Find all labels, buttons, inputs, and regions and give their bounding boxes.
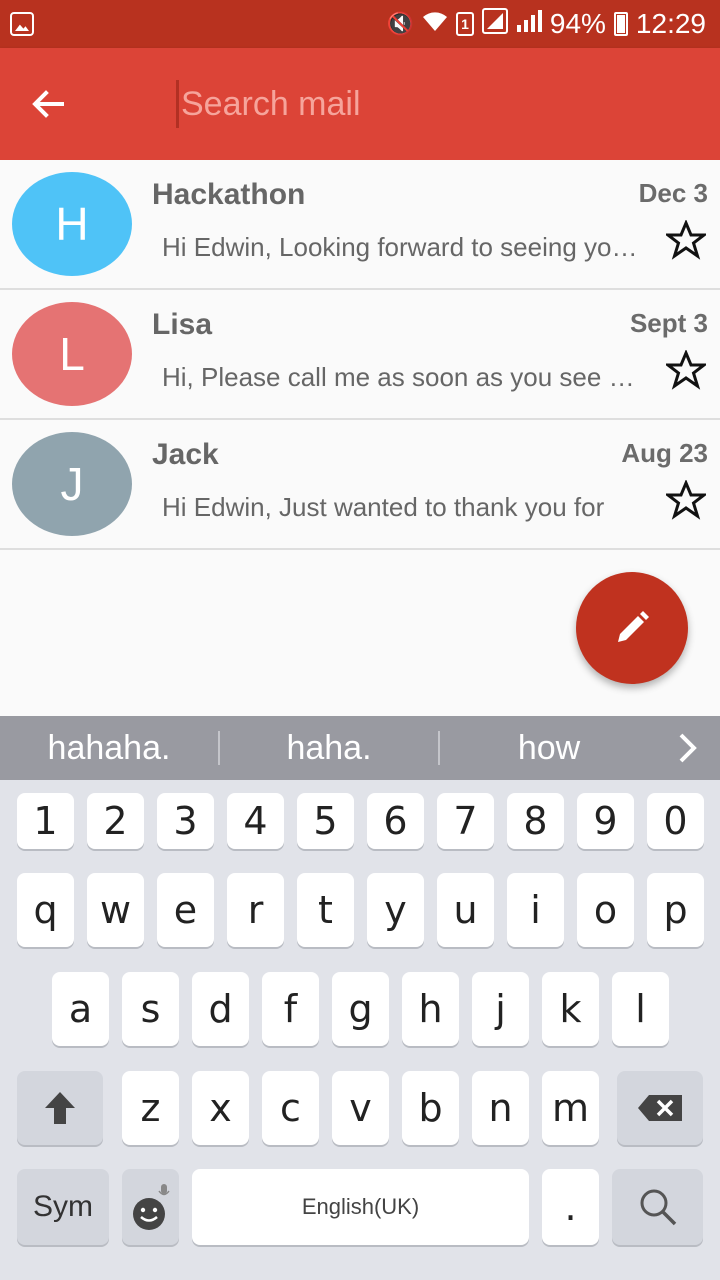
star-icon[interactable] (666, 220, 706, 260)
key-m[interactable]: m (542, 1071, 599, 1145)
mail-snippet: Hi Edwin, Looking forward to seeing you … (162, 232, 638, 262)
status-bar: 🔇 1 94% 12:29 (0, 0, 720, 48)
key-s[interactable]: s (122, 972, 179, 1046)
search-input[interactable] (176, 80, 676, 128)
gallery-notification-icon (10, 12, 34, 36)
search-key[interactable] (612, 1169, 703, 1245)
key-l[interactable]: l (612, 972, 669, 1046)
mail-list: H Hackathon Dec 3 Hi Edwin, Looking forw… (0, 160, 720, 550)
emoji-icon (132, 1184, 170, 1230)
mail-date: Sept 3 (629, 308, 708, 338)
mail-sender: Jack (152, 438, 219, 471)
avatar: L (12, 302, 132, 406)
key-x[interactable]: x (192, 1071, 249, 1145)
key-k[interactable]: k (542, 972, 599, 1046)
key-p[interactable]: p (647, 873, 704, 947)
key-8[interactable]: 8 (507, 793, 564, 849)
roaming-signal-icon (481, 8, 508, 40)
sim-badge: 1 (456, 12, 474, 36)
key-u[interactable]: u (437, 873, 494, 947)
key-6[interactable]: 6 (367, 793, 424, 849)
key-t[interactable]: t (297, 873, 354, 947)
search-app-bar (0, 48, 720, 160)
suggestion-item[interactable]: how (440, 729, 658, 768)
pencil-icon (618, 611, 649, 642)
key-i[interactable]: i (507, 873, 564, 947)
mail-item[interactable]: H Hackathon Dec 3 Hi Edwin, Looking forw… (0, 160, 720, 290)
key-n[interactable]: n (472, 1071, 529, 1145)
key-7[interactable]: 7 (437, 793, 494, 849)
mail-date: Dec 3 (638, 178, 708, 208)
key-2[interactable]: 2 (87, 793, 144, 849)
avatar: H (12, 172, 132, 276)
keyboard-suggestion-bar: hahaha. haha. how (0, 716, 720, 780)
mail-date: Aug 23 (621, 438, 708, 468)
battery-icon (613, 12, 628, 36)
battery-percent: 94% (549, 8, 606, 39)
key-z[interactable]: z (122, 1071, 179, 1145)
key-3[interactable]: 3 (157, 793, 214, 849)
mail-snippet: Hi Edwin, Just wanted to thank you for (162, 492, 605, 522)
key-q[interactable]: q (17, 873, 74, 947)
signal-icon (516, 9, 542, 39)
period-key[interactable]: . (542, 1169, 599, 1245)
emoji-voice-key[interactable] (122, 1169, 179, 1245)
key-9[interactable]: 9 (577, 793, 634, 849)
key-c[interactable]: c (262, 1071, 319, 1145)
avatar: J (12, 432, 132, 536)
key-j[interactable]: j (472, 972, 529, 1046)
backspace-icon (638, 1095, 682, 1121)
space-key[interactable]: English(UK) (192, 1169, 529, 1245)
backspace-key[interactable] (617, 1071, 703, 1145)
key-d[interactable]: d (192, 972, 249, 1046)
clock: 12:29 (635, 8, 706, 39)
key-h[interactable]: h (402, 972, 459, 1046)
key-b[interactable]: b (402, 1071, 459, 1145)
back-arrow-icon[interactable] (28, 84, 68, 124)
suggestion-item[interactable]: haha. (220, 729, 438, 768)
mute-icon: 🔇 (386, 11, 415, 36)
key-r[interactable]: r (227, 873, 284, 947)
status-icons: 🔇 1 94% 12:29 (387, 0, 706, 48)
mail-sender: Hackathon (152, 178, 306, 211)
key-5[interactable]: 5 (297, 793, 354, 849)
key-w[interactable]: w (87, 873, 144, 947)
key-1[interactable]: 1 (17, 793, 74, 849)
mail-sender: Lisa (152, 308, 213, 341)
key-0[interactable]: 0 (647, 793, 704, 849)
shift-icon (45, 1092, 75, 1124)
key-f[interactable]: f (262, 972, 319, 1046)
star-icon[interactable] (666, 350, 706, 390)
key-a[interactable]: a (52, 972, 109, 1046)
sym-key[interactable]: Sym (17, 1169, 109, 1245)
key-y[interactable]: y (367, 873, 424, 947)
key-g[interactable]: g (332, 972, 389, 1046)
mail-snippet: Hi, Please call me as soon as you see th… (162, 362, 638, 392)
suggestion-item[interactable]: hahaha. (0, 729, 218, 768)
mail-item[interactable]: L Lisa Sept 3 Hi, Please call me as soon… (0, 290, 720, 420)
key-o[interactable]: o (577, 873, 634, 947)
compose-button[interactable] (576, 572, 688, 684)
key-e[interactable]: e (157, 873, 214, 947)
soft-keyboard: 1 2 3 4 5 6 7 8 9 0 q w e r t y u i o p a s d f g h j k l z x c v b n m Sym E… (0, 780, 720, 1280)
key-v[interactable]: v (332, 1071, 389, 1145)
star-icon[interactable] (666, 480, 706, 520)
chevron-right-icon[interactable] (676, 732, 700, 764)
wifi-icon (422, 9, 448, 39)
search-icon (640, 1189, 676, 1226)
shift-key[interactable] (17, 1071, 103, 1145)
key-4[interactable]: 4 (227, 793, 284, 849)
mail-item[interactable]: J Jack Aug 23 Hi Edwin, Just wanted to t… (0, 420, 720, 550)
